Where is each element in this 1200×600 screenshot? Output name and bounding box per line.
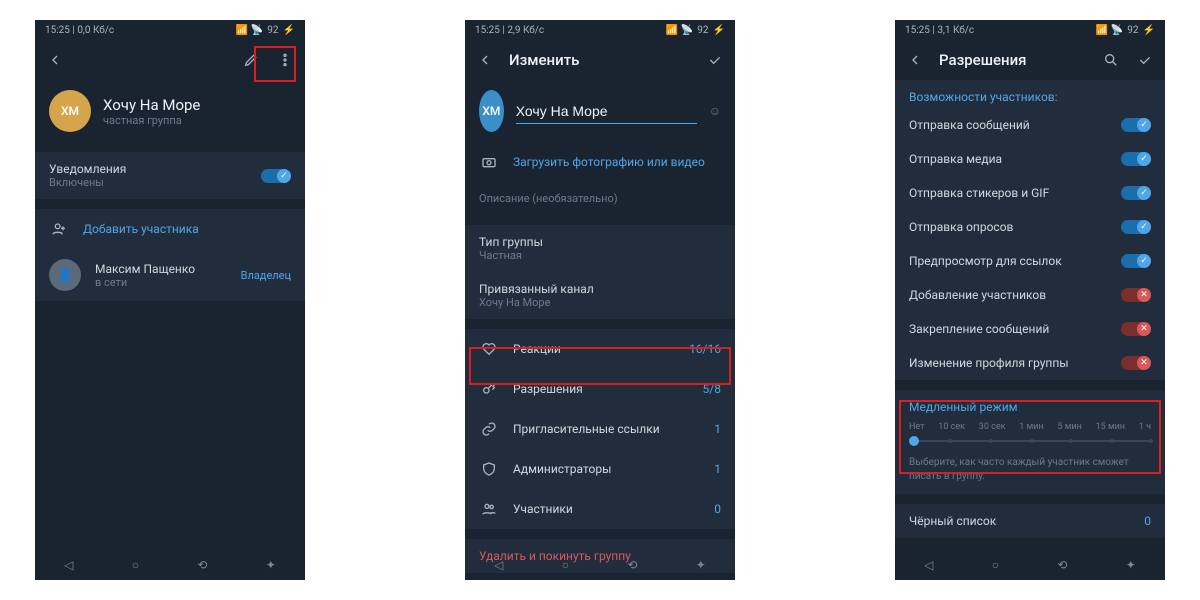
avatar[interactable]: ХМ [479,90,504,132]
admins-row[interactable]: Администраторы1 [465,449,735,489]
group-header[interactable]: ХМ Хочу На Моречастная группа [35,80,305,142]
users-icon [479,499,499,519]
search-icon[interactable] [1101,50,1121,70]
check-icon[interactable] [1135,50,1155,70]
android-navbar[interactable]: ◁○⟲✦ [895,550,1165,580]
member-row[interactable]: 👤 Максим Пащенков сети Владелец [35,249,305,301]
perm-link-preview[interactable]: Предпросмотр для ссылок [895,244,1165,278]
screen-edit: 15:25 | 2,9 Кб/с 📶 📡 92⚡ Изменить ХМ ☺ З… [465,20,735,580]
status-bar: 15:25 | 2,9 Кб/с 📶 📡 92⚡ [465,20,735,40]
toggle[interactable] [1121,356,1151,370]
notifications-toggle[interactable] [261,169,291,183]
toggle[interactable] [1121,254,1151,268]
header: Изменить [465,40,735,80]
screen-group-info: 15:25 | 0,0 Кб/с 📶 📡 92⚡ ХМ Хочу На Море… [35,20,305,580]
camera-icon [479,152,499,172]
toggle[interactable] [1121,220,1151,234]
group-name: Хочу На Море [103,96,200,114]
toggle[interactable] [1121,186,1151,200]
android-navbar[interactable]: ◁○⟲✦ [35,550,305,580]
capabilities-header: Возможности участников: [895,80,1165,108]
perm-add-members[interactable]: Добавление участников [895,278,1165,312]
notifications-row[interactable]: УведомленияВключены [35,152,305,199]
screen-permissions: 15:25 | 3,1 Кб/с 📶 📡 92⚡ Разрешения Возм… [895,20,1165,580]
link-icon [479,419,499,439]
toggle[interactable] [1121,322,1151,336]
blacklist-row[interactable]: Чёрный список0 [895,504,1165,538]
members-row[interactable]: Участники0 [465,489,735,529]
perm-send-stickers[interactable]: Отправка стикеров и GIF [895,176,1165,210]
android-navbar[interactable]: ◁○⟲✦ [465,550,735,580]
highlight-slowmode [899,400,1161,474]
perm-send-messages[interactable]: Отправка сообщений [895,108,1165,142]
header: Разрешения [895,40,1165,80]
perm-send-media[interactable]: Отправка медиа [895,142,1165,176]
avatar: ХМ [49,90,91,132]
emoji-icon[interactable]: ☺ [709,101,721,121]
linked-channel-row[interactable]: Привязанный каналХочу На Море [465,272,735,319]
back-icon[interactable] [475,50,495,70]
highlight-edit [254,46,296,82]
check-icon[interactable] [705,50,725,70]
member-avatar: 👤 [49,259,81,291]
group-type-row[interactable]: Тип группыЧастная [465,225,735,272]
group-type: частная группа [103,114,200,127]
toggle[interactable] [1121,118,1151,132]
status-bar: 15:25 | 3,1 Кб/с 📶 📡 92⚡ [895,20,1165,40]
invites-row[interactable]: Пригласительные ссылки1 [465,409,735,449]
name-input-row: ХМ ☺ [465,80,735,142]
description-row[interactable]: Описание (необязательно) [465,182,735,215]
group-name-input[interactable] [516,99,697,124]
shield-icon [479,459,499,479]
back-icon[interactable] [905,50,925,70]
perm-edit-profile[interactable]: Изменение профиля группы [895,346,1165,380]
toggle[interactable] [1121,288,1151,302]
add-user-icon [49,219,69,239]
perm-send-polls[interactable]: Отправка опросов [895,210,1165,244]
highlight-permissions [469,347,731,385]
toggle[interactable] [1121,152,1151,166]
perm-pin-messages[interactable]: Закрепление сообщений [895,312,1165,346]
add-member-row[interactable]: Добавить участника [35,209,305,249]
status-bar: 15:25 | 0,0 Кб/с 📶 📡 92⚡ [35,20,305,40]
upload-row[interactable]: Загрузить фотографию или видео [465,142,735,182]
back-icon[interactable] [45,50,65,70]
